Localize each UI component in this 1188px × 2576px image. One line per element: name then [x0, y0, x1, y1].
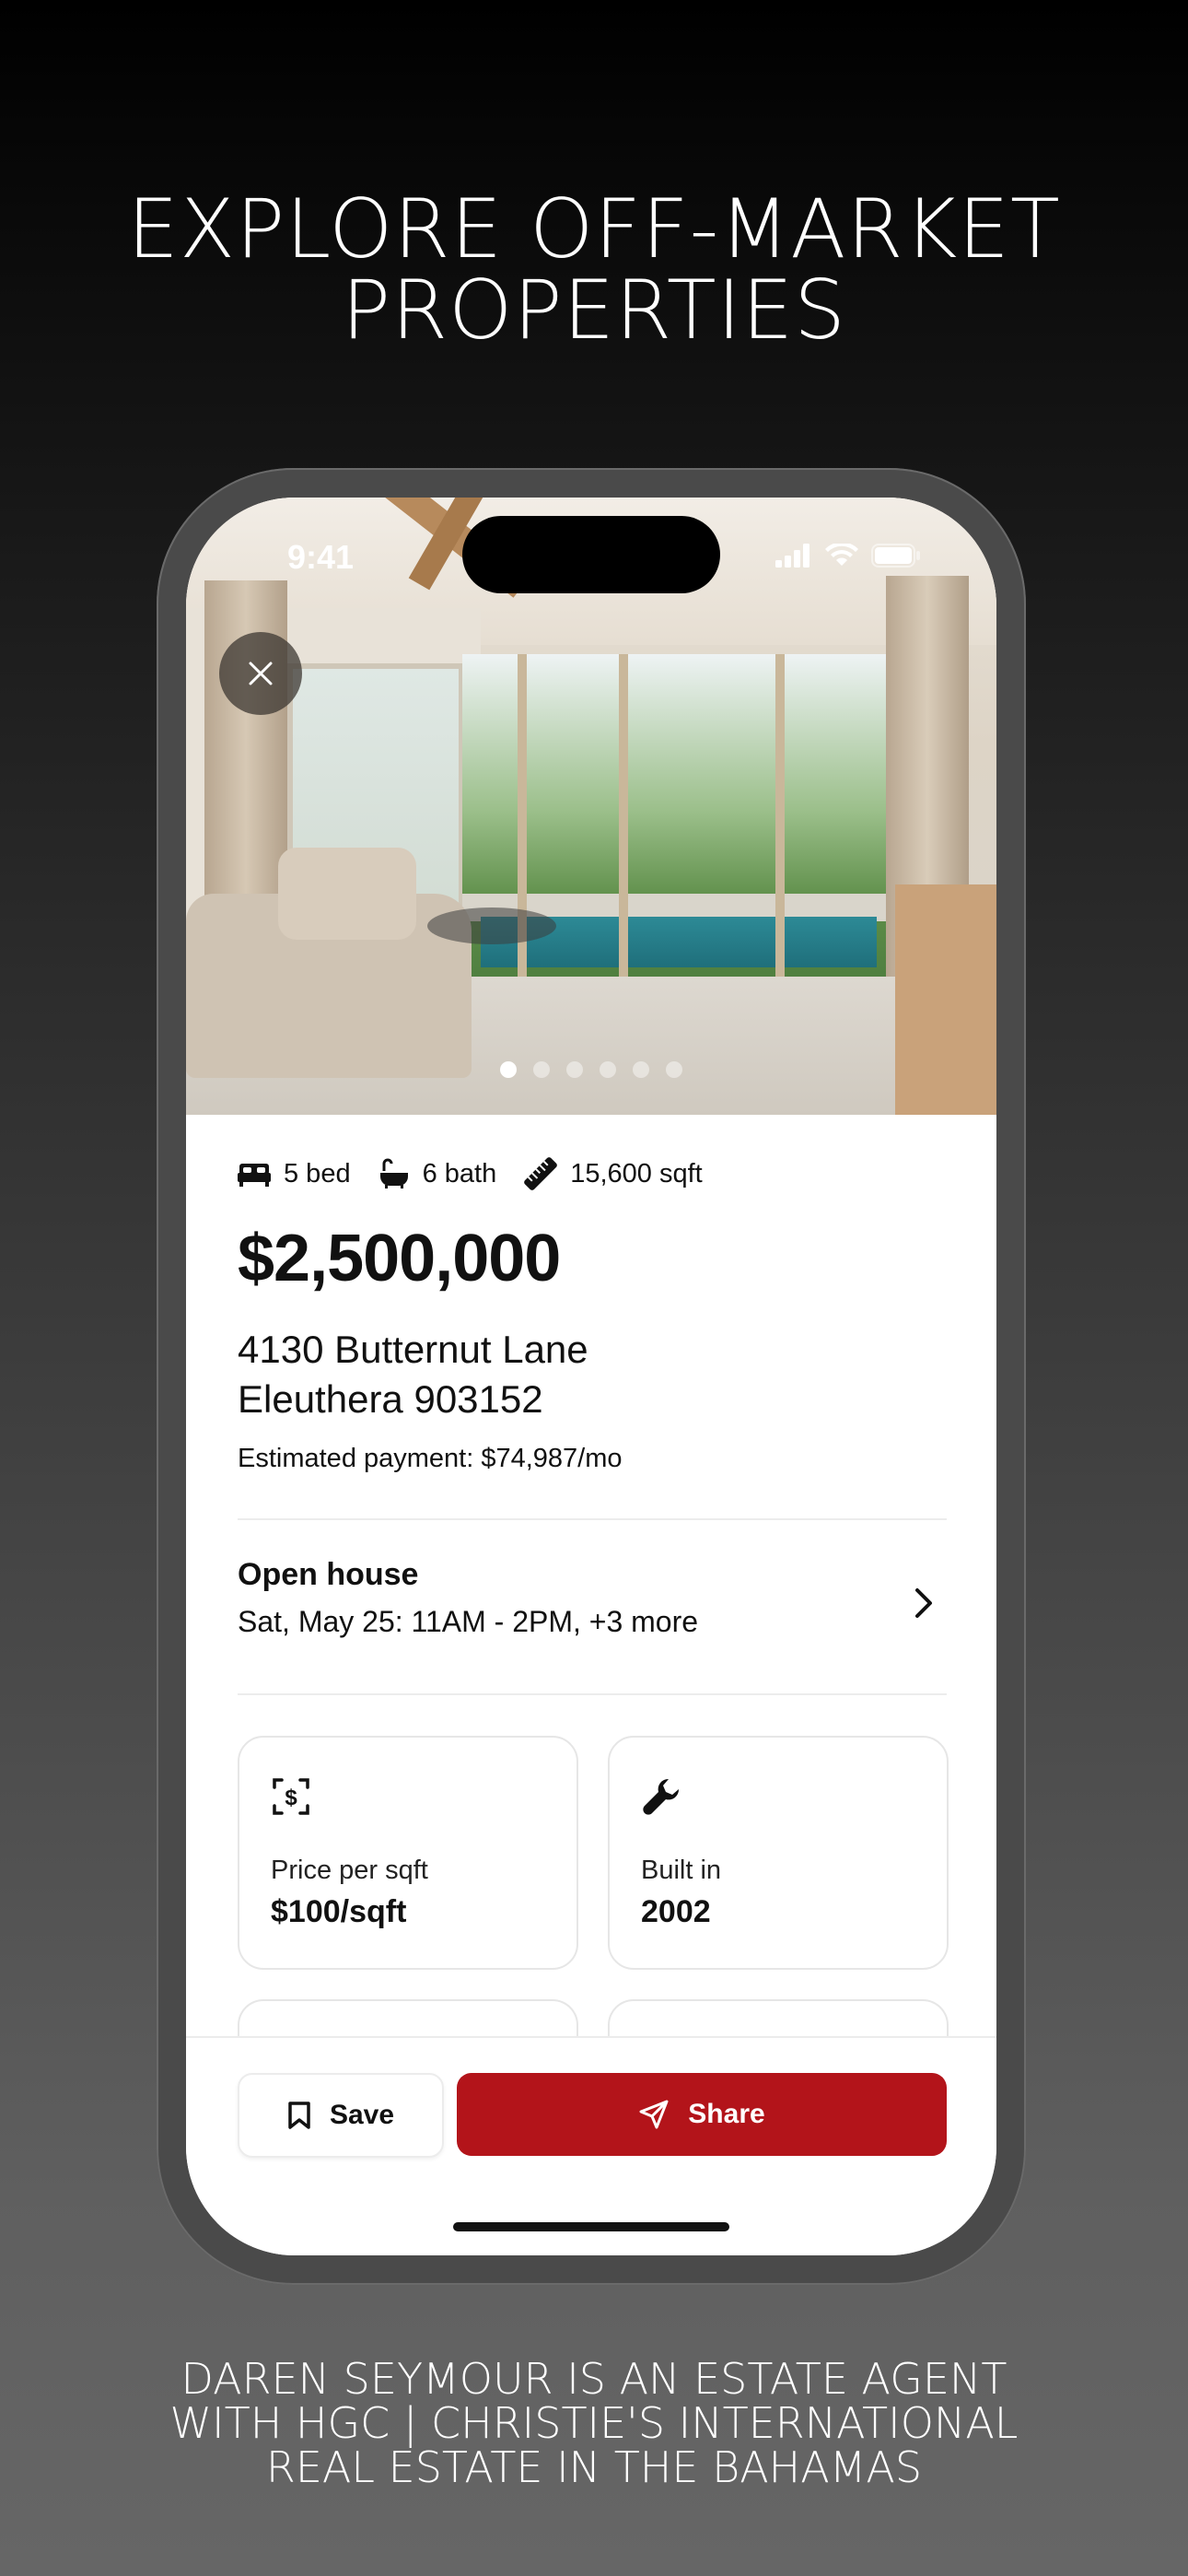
close-button[interactable]	[219, 632, 302, 715]
battery-icon	[871, 544, 920, 568]
card-label: Price per sqft	[271, 1856, 428, 1885]
headline-line-1: EXPLORE OFF-MARKET	[127, 181, 1061, 276]
action-bar: Save Share	[186, 2036, 996, 2255]
footer-line-2: WITH HGC | CHRISTIE'S INTERNATIONAL	[169, 2398, 1019, 2448]
price-per-sqft-card: $ Price per sqft $100/sqft	[238, 1736, 578, 1970]
chevron-right-icon	[915, 1588, 932, 1618]
signal-icon	[775, 544, 809, 568]
ruler-icon	[524, 1157, 558, 1190]
card-value: 2002	[641, 1894, 711, 1929]
pagination-dot[interactable]	[566, 1061, 583, 1078]
built-in-card: Built in 2002	[608, 1736, 949, 1970]
save-label: Save	[329, 2100, 395, 2130]
footer-text: DAREN SEYMOUR IS AN ESTATE AGENT WITH HG…	[0, 2357, 1188, 2489]
pagination-dot[interactable]	[633, 1061, 649, 1078]
save-button[interactable]: Save	[238, 2073, 444, 2158]
address-line-1: 4130 Butternut Lane	[238, 1328, 588, 1371]
phone-screen: 9:41 5 bed 6 bath 15,600 sqft $2,500,000…	[186, 498, 996, 2255]
headline: EXPLORE OFF-MARKET PROPERTIES	[0, 189, 1188, 351]
close-icon	[249, 662, 273, 685]
card-value: $100/sqft	[271, 1894, 407, 1929]
pagination-dot[interactable]	[533, 1061, 550, 1078]
divider	[238, 1518, 947, 1520]
sqft-size: 15,600 sqft	[570, 1158, 703, 1188]
wifi-icon	[825, 544, 858, 566]
svg-text:$: $	[285, 1786, 297, 1810]
pagination-dot[interactable]	[666, 1061, 682, 1078]
listing-address: 4130 Butternut Lane Eleuthera 903152	[238, 1325, 588, 1424]
share-button[interactable]: Share	[457, 2073, 947, 2156]
footer-line-1: DAREN SEYMOUR IS AN ESTATE AGENT	[181, 2354, 1007, 2404]
beds-count: 5 bed	[284, 1158, 351, 1188]
open-house-title: Open house	[238, 1557, 419, 1592]
footer-line-3: REAL ESTATE IN THE BAHAMAS	[265, 2442, 923, 2492]
dynamic-island	[462, 516, 720, 593]
property-specs: 5 bed 6 bath 15,600 sqft	[238, 1157, 703, 1190]
share-label: Share	[688, 2099, 765, 2129]
baths-count: 6 bath	[422, 1158, 497, 1188]
headline-line-2: PROPERTIES	[341, 263, 847, 357]
wrench-icon	[643, 1778, 680, 1815]
send-icon	[639, 2100, 669, 2129]
pagination-dot[interactable]	[500, 1061, 517, 1078]
card-label: Built in	[641, 1856, 722, 1885]
pagination-dot[interactable]	[600, 1061, 616, 1078]
dollar-scan-icon: $	[273, 1778, 309, 1815]
divider	[238, 1693, 947, 1695]
photo-pagination[interactable]	[186, 1061, 996, 1078]
bathtub-icon	[379, 1158, 408, 1188]
bed-icon	[238, 1164, 271, 1187]
open-house-details: Sat, May 25: 11AM - 2PM, +3 more	[238, 1605, 699, 1638]
status-time: 9:41	[287, 538, 355, 576]
address-line-2: Eleuthera 903152	[238, 1377, 543, 1421]
estimated-payment: Estimated payment: $74,987/mo	[238, 1444, 623, 1473]
home-indicator[interactable]	[453, 2222, 729, 2231]
bookmark-icon	[288, 2102, 310, 2129]
status-bar: 9:41	[186, 498, 996, 608]
listing-price: $2,500,000	[238, 1222, 561, 1295]
